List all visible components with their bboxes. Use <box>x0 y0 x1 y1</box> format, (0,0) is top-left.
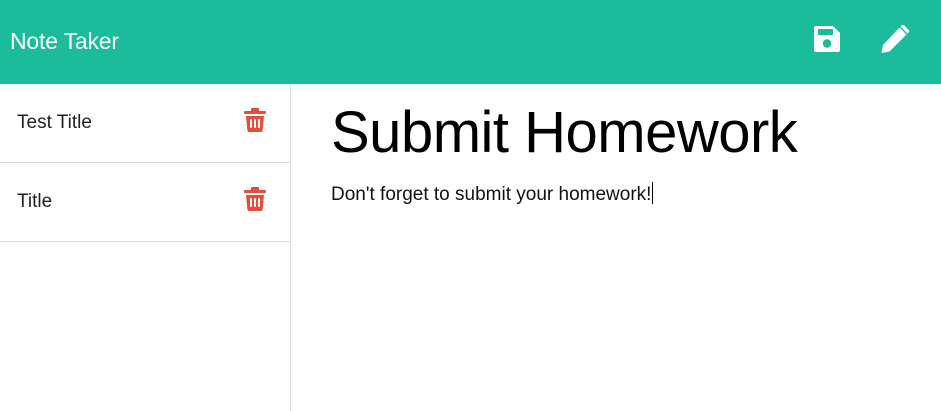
brand-title[interactable]: Note Taker <box>10 26 119 56</box>
note-text-content: Don't forget to submit your homework! <box>331 184 652 205</box>
note-list-item-title: Title <box>17 191 53 212</box>
new-note-button[interactable] <box>878 22 912 56</box>
note-title-input[interactable]: Submit Homework <box>331 98 931 168</box>
note-text-area[interactable]: Don't forget to submit your homework! <box>331 182 931 382</box>
trash-icon <box>244 187 266 212</box>
delete-note-button[interactable] <box>244 108 266 133</box>
navbar: Note Taker <box>0 0 941 84</box>
text-cursor <box>652 182 654 204</box>
floppy-disk-icon <box>814 26 840 52</box>
note-list-item[interactable]: Title <box>0 163 290 242</box>
notes-sidebar: Test Title Title <box>0 84 291 411</box>
note-editor: Submit Homework Don't forget to submit y… <box>292 84 941 411</box>
delete-note-button[interactable] <box>244 187 266 212</box>
note-list-item-title: Test Title <box>17 112 92 133</box>
pencil-icon <box>881 24 910 53</box>
note-list-item[interactable]: Test Title <box>0 84 290 163</box>
save-note-button[interactable] <box>810 22 844 56</box>
trash-icon <box>244 108 266 133</box>
